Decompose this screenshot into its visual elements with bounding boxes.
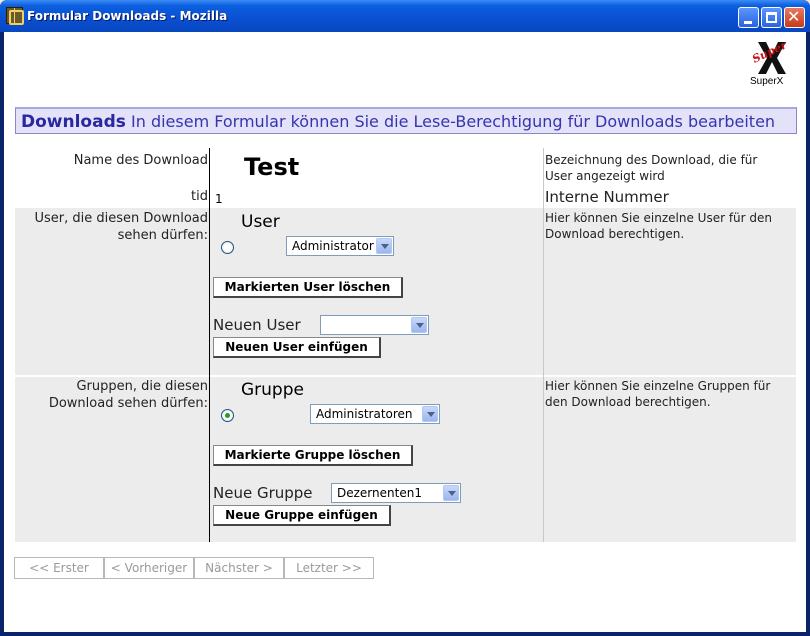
- form-header: Downloads In diesem Formular können Sie …: [15, 107, 797, 134]
- download-name-description: Bezeichnung des Download, die für User a…: [545, 152, 757, 184]
- next-record-button[interactable]: Nächster >: [194, 557, 284, 579]
- download-name-value: Test: [244, 153, 300, 181]
- tid-value: 1: [215, 192, 223, 206]
- download-name-label: Name des Download: [73, 153, 208, 168]
- last-record-button[interactable]: Letzter >>: [284, 557, 374, 579]
- group-row-label-line1: Gruppen, die diesen: [76, 379, 208, 394]
- new-user-select[interactable]: [320, 315, 429, 335]
- download-name-description-line1: Bezeichnung des Download, die für: [545, 153, 758, 167]
- page-description: In diesem Formular können Sie die Lese-B…: [131, 112, 776, 131]
- maximize-button[interactable]: [761, 7, 782, 28]
- user-row-label-line2: sehen dürfen:: [117, 228, 208, 243]
- close-button[interactable]: ✕: [784, 7, 805, 28]
- group-row-description-line2: den Download berechtigen.: [545, 395, 711, 409]
- user-row-label: User, die diesen Download sehen dürfen:: [18, 210, 208, 244]
- group-select-value: Administratoren: [316, 407, 413, 421]
- user-row-description: Hier können Sie einzelne User für den Do…: [545, 210, 772, 242]
- mozilla-app-icon[interactable]: [6, 7, 24, 25]
- group-row-description-line1: Hier können Sie einzelne Gruppen für: [545, 379, 771, 393]
- chevron-down-icon: [443, 485, 459, 501]
- logo-label: SuperX: [750, 76, 784, 87]
- page-content: Super SuperX Downloads In diesem Formula…: [4, 32, 806, 632]
- column-divider: [209, 148, 210, 542]
- tid-description: Interne Nummer: [545, 188, 669, 206]
- user-row-description-line2: Download berechtigen.: [545, 227, 685, 241]
- new-user-label: Neuen User: [213, 316, 301, 334]
- user-radio[interactable]: [221, 241, 234, 254]
- user-heading: User: [241, 212, 280, 232]
- chevron-down-icon: [376, 238, 392, 254]
- delete-user-button[interactable]: Markierten User löschen: [213, 277, 403, 298]
- group-row-label-line2: Download sehen dürfen:: [48, 396, 208, 411]
- previous-record-button[interactable]: < Vorheriger: [104, 557, 194, 579]
- user-select[interactable]: Administrator: [286, 236, 394, 256]
- group-select[interactable]: Administratoren: [310, 404, 440, 424]
- minimize-button[interactable]: [738, 7, 759, 28]
- first-record-button[interactable]: << Erster: [14, 557, 104, 579]
- chevron-down-icon: [422, 406, 438, 422]
- browser-window: Formular Downloads - Mozilla ✕ Super Sup…: [0, 0, 810, 636]
- window-title: Formular Downloads - Mozilla: [27, 9, 228, 23]
- group-heading: Gruppe: [241, 380, 304, 400]
- new-group-select-value: Dezernenten1: [337, 486, 422, 500]
- group-row-description: Hier können Sie einzelne Gruppen für den…: [545, 378, 770, 410]
- superx-x-icon: Super: [750, 38, 790, 74]
- close-icon: ✕: [787, 7, 801, 26]
- user-row-description-line1: Hier können Sie einzelne User für den: [545, 211, 773, 225]
- add-user-button[interactable]: Neuen User einfügen: [213, 337, 381, 358]
- superx-logo: Super SuperX: [746, 38, 796, 88]
- user-select-value: Administrator: [292, 239, 374, 253]
- add-group-button[interactable]: Neue Gruppe einfügen: [213, 505, 391, 526]
- chevron-down-icon: [411, 317, 427, 333]
- download-name-description-line2: User angezeigt wird: [545, 169, 665, 183]
- delete-group-button[interactable]: Markierte Gruppe löschen: [213, 445, 413, 466]
- title-bar[interactable]: Formular Downloads - Mozilla ✕: [0, 0, 810, 32]
- column-divider-right: [543, 148, 544, 542]
- new-group-label: Neue Gruppe: [213, 484, 313, 502]
- user-row-label-line1: User, die diesen Download: [34, 211, 208, 226]
- minimize-icon: [744, 21, 752, 24]
- group-row-label: Gruppen, die diesen Download sehen dürfe…: [18, 378, 208, 412]
- maximize-icon: [766, 12, 777, 23]
- tid-label: tid: [191, 189, 208, 204]
- group-radio[interactable]: [221, 409, 234, 422]
- new-group-select[interactable]: Dezernenten1: [331, 483, 461, 503]
- page-title: Downloads: [21, 112, 126, 132]
